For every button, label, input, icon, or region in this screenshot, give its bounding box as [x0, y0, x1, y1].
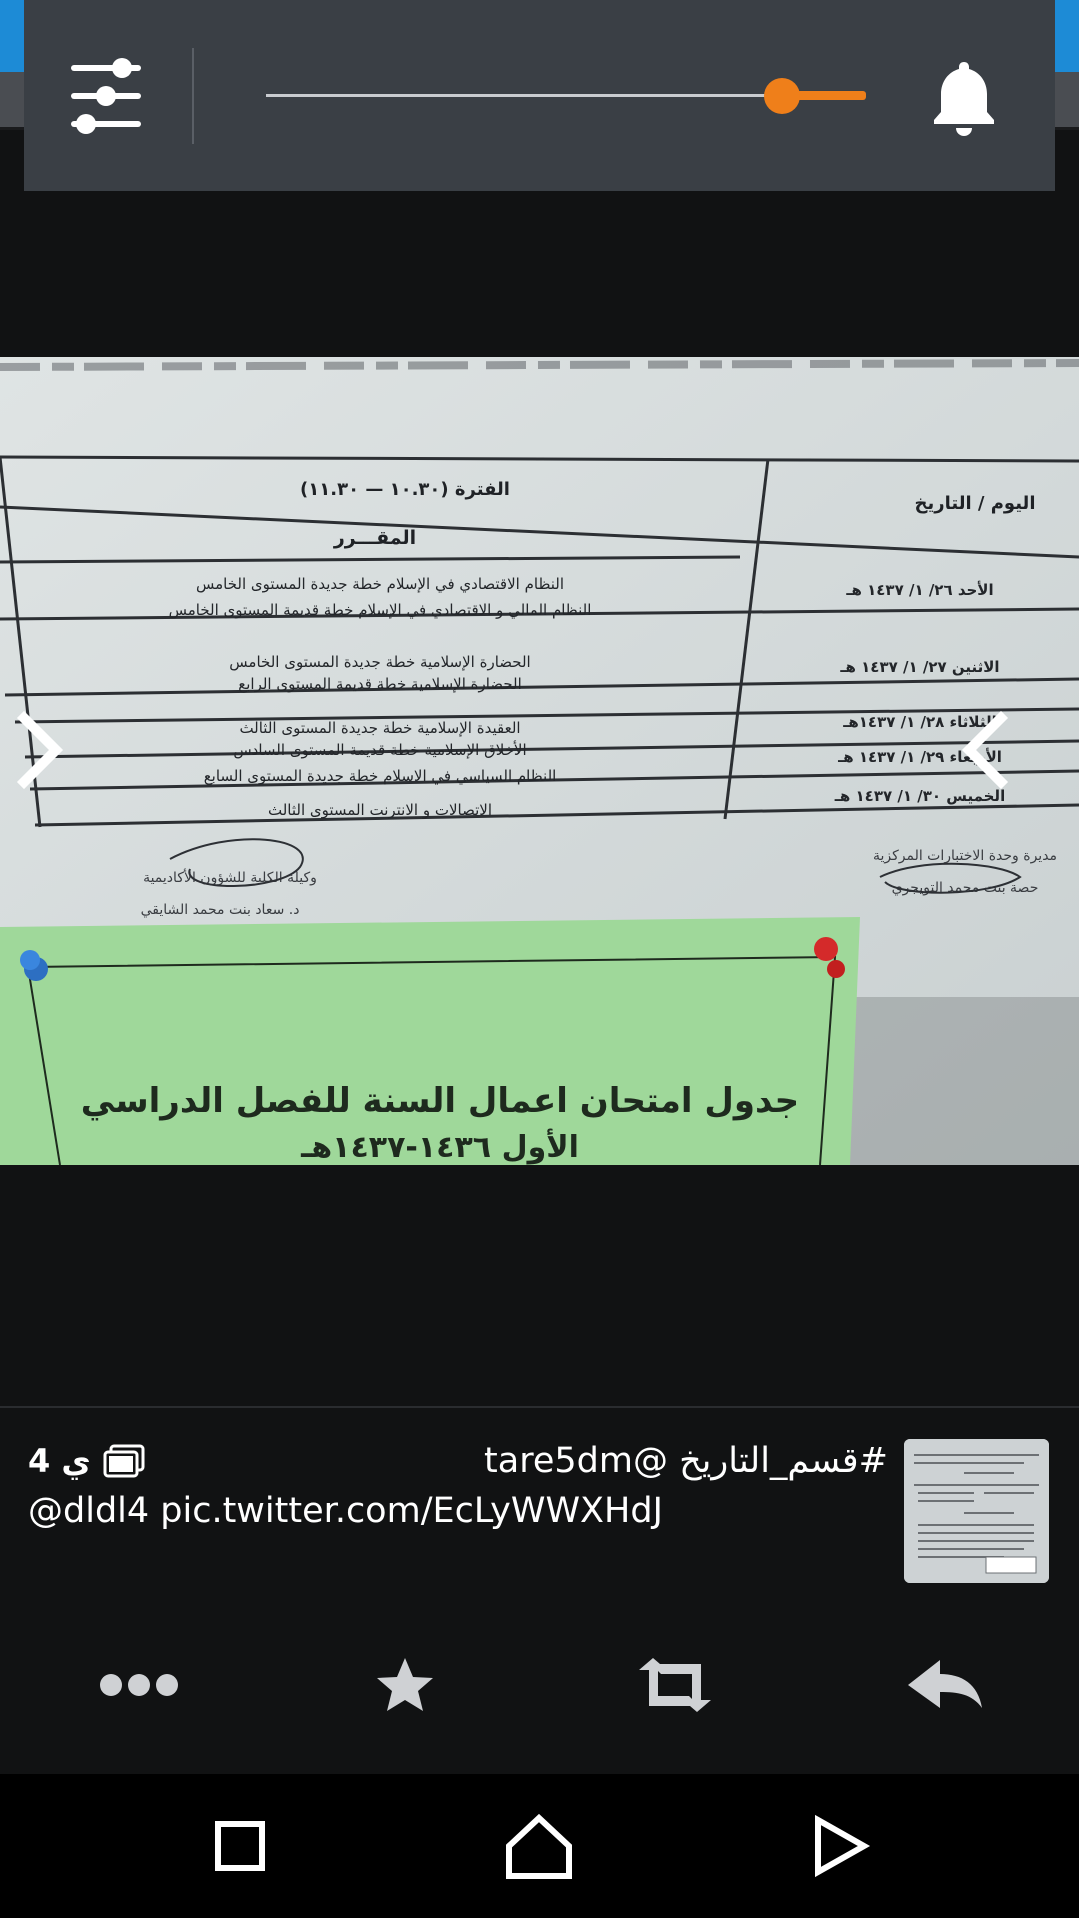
back-icon[interactable]: [800, 1810, 880, 1882]
table-header-course: المقـــرر: [333, 527, 416, 549]
tweet-photo[interactable]: الفترة (١٠.٣٠ — ١١.٣٠) اليوم / التاريخ ا…: [0, 357, 1079, 1165]
home-icon[interactable]: [499, 1810, 579, 1882]
retweet-icon[interactable]: [620, 1640, 730, 1730]
row-course: النظام السياسي في الاسلام خطة جديدة المس…: [204, 767, 557, 786]
tweet-body-line[interactable]: @dldl4 pic.twitter.com/EcLyWWXHdJ: [28, 1486, 888, 1536]
app-bar-edge-right: [1055, 0, 1079, 72]
row-course: النظام الاقتصادي في الإسلام خطة جديدة ال…: [196, 575, 564, 594]
chevron-left-icon[interactable]: [955, 710, 1015, 790]
row-date: الأحد ٢٦/ ١/ ١٤٣٧ هـ: [845, 581, 993, 599]
reply-icon[interactable]: [890, 1640, 1000, 1730]
gallery-icon: [103, 1444, 145, 1478]
volume-slider[interactable]: [266, 78, 866, 114]
green-sign-subtitle: الأول ١٤٣٦-١٤٣٧هـ: [300, 1128, 579, 1165]
row-course: العقيدة الإسلامية خطة جديدة المستوى الثا…: [239, 719, 520, 737]
chevron-right-icon[interactable]: [12, 710, 72, 790]
app-bar-edge-left: [0, 0, 24, 72]
sliders-icon[interactable]: [66, 56, 146, 136]
recents-icon[interactable]: [200, 1810, 280, 1882]
tweet-image-thumbnail[interactable]: [904, 1439, 1049, 1583]
toolbar-edge-left: [0, 72, 24, 127]
row-course: الحضارة الإسلامية خطة قديمة المستوى الرا…: [238, 675, 521, 693]
tweet-text: 4 ي #قسم_التاريخ @tare5dm @dldl4 pic.twi…: [28, 1436, 888, 1536]
tweet-age: 4 ي: [28, 1442, 91, 1480]
row-course: النظام المالي و الاقتصادي في الإسلام خطة…: [169, 601, 592, 620]
tweet-actions: [0, 1640, 1079, 1730]
row-course: الأخلاق الإسلامية خطة قديمة المستوى السا…: [233, 740, 526, 759]
volume-panel: [24, 0, 1055, 191]
tweet-meta: 4 ي: [28, 1436, 145, 1486]
red-pin: [814, 937, 838, 961]
signature-left-name: د. سعاد بنت محمد الشايقي: [141, 902, 300, 918]
row-course: الحضارة الإسلامية خطة جديدة المستوى الخا…: [229, 653, 530, 671]
volume-slider-thumb[interactable]: [764, 78, 800, 114]
green-sign-title: جدول امتحان اعمال السنة للفصل الدراسي: [81, 1081, 799, 1121]
bell-icon[interactable]: [924, 56, 1004, 140]
more-icon[interactable]: [84, 1640, 194, 1730]
row-course: الاتصالات و الانترنت المستوى الثالث: [268, 801, 492, 819]
table-header-period: الفترة (١٠.٣٠ — ١١.٣٠): [300, 479, 510, 500]
table-header-day: اليوم / التاريخ: [915, 493, 1036, 514]
star-icon[interactable]: [350, 1640, 460, 1730]
row-date: الاثنين ٢٧/ ١/ ١٤٣٧ هـ: [839, 658, 999, 676]
signature-left-title: وكيلة الكلية للشؤون الأكاديمية: [143, 868, 317, 886]
signature-right-title: مديرة وحدة الاختبارات المركزية: [873, 848, 1057, 864]
toolbar-edge-right: [1055, 72, 1079, 127]
panel-divider: [192, 48, 194, 144]
signature-right-name: حصة بنت محمد التويجري: [892, 880, 1039, 896]
tweet-hashtag-line[interactable]: #قسم_التاريخ @tare5dm: [484, 1436, 888, 1486]
green-sign: [0, 917, 860, 1165]
navigation-bar: [0, 1774, 1079, 1918]
divider: [0, 1406, 1079, 1408]
